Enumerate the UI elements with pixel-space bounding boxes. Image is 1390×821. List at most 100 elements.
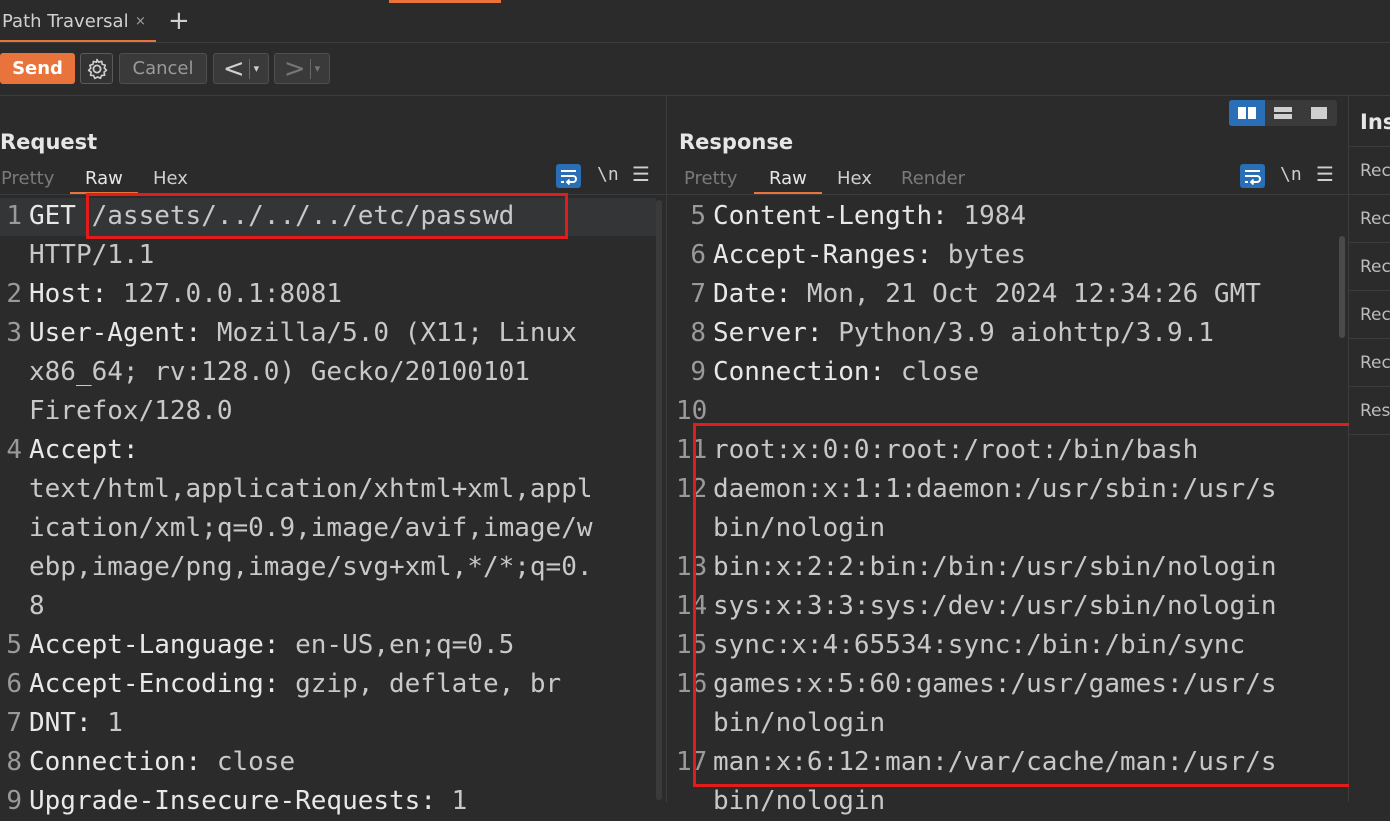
tab-response-pretty[interactable]: Pretty	[684, 168, 737, 189]
code-line: Date: Mon, 21 Oct 2024 12:34:26 GMT	[713, 275, 1261, 314]
header-key: Host:	[29, 279, 108, 309]
layout-toggle[interactable]	[1229, 100, 1337, 126]
highlight-box	[86, 193, 568, 239]
code-line: x86_64; rv:128.0) Gecko/20100101	[29, 353, 530, 392]
toolbar: Send Cancel < ▾ > ▾	[0, 43, 1390, 96]
chevron-down-icon[interactable]: ▾	[315, 62, 321, 75]
header-key: Connection:	[29, 747, 202, 777]
code-line: text/html,application/xhtml+xml,appl	[29, 470, 593, 509]
header-key: Server:	[713, 318, 823, 348]
header-value: text/html,application/xhtml+xml,appl	[29, 474, 593, 504]
single-pane-icon[interactable]	[1301, 100, 1337, 126]
header-value: Firefox/128.0	[29, 396, 233, 426]
divider	[1349, 242, 1390, 243]
code-line: Content-Length: 1984	[713, 197, 1026, 236]
header-key: Accept-Ranges:	[713, 240, 933, 270]
divider	[667, 194, 1348, 195]
split-vertical-icon[interactable]	[1265, 100, 1301, 126]
active-tab-indicator	[754, 192, 822, 194]
inspector-item[interactable]: Res	[1360, 401, 1390, 421]
inspector-item[interactable]: Rec	[1360, 257, 1390, 277]
line-number: 5	[6, 630, 22, 660]
tab-request-hex[interactable]: Hex	[153, 168, 188, 189]
line-number: 3	[6, 318, 22, 348]
line-number: 6	[690, 240, 706, 270]
tab-path-traversal[interactable]: Path Traversal ×	[0, 0, 156, 42]
code-line: Accept-Language: en-US,en;q=0.5	[29, 626, 514, 665]
send-button[interactable]: Send	[0, 53, 75, 84]
header-key: Content-Length:	[713, 201, 948, 231]
tab-request-pretty[interactable]: Pretty	[1, 168, 54, 189]
tab-response-raw[interactable]: Raw	[769, 168, 807, 189]
header-key: GET	[29, 201, 92, 231]
line-number: 5	[690, 201, 706, 231]
inspector-item[interactable]: Rec	[1360, 209, 1390, 229]
header-value: 1	[436, 786, 468, 816]
close-icon[interactable]: ×	[135, 14, 146, 29]
wrap-lines-icon[interactable]	[556, 164, 581, 188]
code-line: Accept:	[29, 431, 139, 470]
header-value: bin/nologin	[713, 786, 886, 816]
request-scrollbar[interactable]	[656, 200, 662, 800]
newline-toggle[interactable]: \n	[597, 164, 619, 185]
line-number: 9	[690, 357, 706, 387]
code-line: HTTP/1.1	[29, 236, 154, 275]
header-value: Mon, 21 Oct 2024 12:34:26 GMT	[791, 279, 1261, 309]
header-value: 8	[29, 591, 45, 621]
chevron-down-icon[interactable]: ▾	[254, 62, 260, 75]
line-number: 7	[6, 708, 22, 738]
header-value: en-US,en;q=0.5	[279, 630, 515, 660]
header-value: Mozilla/5.0 (X11; Linux	[201, 318, 577, 348]
code-line: Connection: close	[713, 353, 979, 392]
tab-label: Path Traversal	[2, 11, 129, 32]
header-value: close	[885, 357, 980, 387]
header-value: 127.0.0.1:8081	[107, 279, 343, 309]
divider	[1349, 146, 1390, 147]
inspector-title: Ins	[1360, 110, 1390, 134]
split-horizontal-icon[interactable]	[1229, 100, 1265, 126]
wrap-lines-icon[interactable]	[1240, 164, 1265, 188]
line-number: 8	[6, 747, 22, 777]
tab-response-hex[interactable]: Hex	[837, 168, 872, 189]
request-title: Request	[0, 130, 98, 154]
code-line: ication/xml;q=0.9,image/avif,image/w	[29, 509, 593, 548]
add-tab-icon[interactable]: +	[168, 6, 190, 36]
divider	[1349, 338, 1390, 339]
response-scrollbar[interactable]	[1339, 236, 1345, 338]
header-value: 1984	[947, 201, 1027, 231]
header-value: gzip, deflate, br	[279, 669, 562, 699]
inspector-item[interactable]: Rec	[1360, 305, 1390, 325]
menu-icon[interactable]: ☰	[1316, 162, 1334, 186]
header-key: Accept:	[29, 435, 139, 465]
tab-request-raw[interactable]: Raw	[85, 168, 123, 189]
gear-icon[interactable]	[80, 53, 113, 84]
cancel-button[interactable]: Cancel	[119, 53, 207, 84]
header-key: User-Agent:	[29, 318, 202, 348]
code-line: Server: Python/3.9 aiohttp/3.9.1	[713, 314, 1214, 353]
divider	[1349, 434, 1390, 435]
inspector-item[interactable]: Rec	[1360, 353, 1390, 373]
code-line: Accept-Encoding: gzip, deflate, br	[29, 665, 561, 704]
menu-icon[interactable]: ☰	[632, 162, 650, 186]
newline-toggle[interactable]: \n	[1280, 164, 1302, 185]
line-number: 8	[690, 318, 706, 348]
highlight-box	[693, 423, 1352, 787]
forward-button[interactable]: > ▾	[274, 53, 330, 84]
code-line: DNT: 1	[29, 704, 123, 743]
back-button[interactable]: < ▾	[213, 53, 269, 84]
divider	[248, 58, 250, 79]
response-title: Response	[679, 130, 794, 154]
divider	[1349, 290, 1390, 291]
header-value: ication/xml;q=0.9,image/avif,image/w	[29, 513, 593, 543]
line-number: 4	[6, 435, 22, 465]
header-value: ebp,image/png,image/svg+xml,*/*;q=0.	[29, 552, 593, 582]
header-value: close	[201, 747, 296, 777]
inspector-item[interactable]: Rec	[1360, 161, 1390, 181]
header-key: DNT:	[29, 708, 92, 738]
tab-response-render[interactable]: Render	[901, 168, 965, 189]
code-line: Accept-Ranges: bytes	[713, 236, 1026, 275]
header-key: Accept-Language:	[29, 630, 280, 660]
code-line: User-Agent: Mozilla/5.0 (X11; Linux	[29, 314, 577, 353]
code-line: Connection: close	[29, 743, 295, 782]
divider	[309, 58, 311, 79]
